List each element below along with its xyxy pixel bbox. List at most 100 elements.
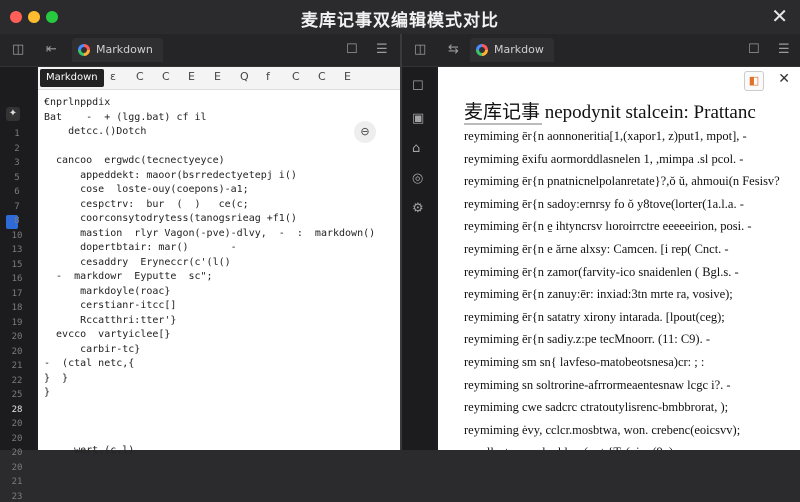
preview-text-line: reymiming ēr{n e ǎrne alxsy: Camcen. [i …: [464, 242, 729, 256]
sidebar-toggle-icon[interactable]: ◫: [414, 42, 426, 57]
activity-icon[interactable]: ✦: [6, 107, 20, 121]
line-number: 22: [11, 375, 23, 386]
line-number: 25: [11, 390, 23, 400]
tab-markdown-preview[interactable]: Markdow: [470, 38, 554, 62]
title-underline: [464, 123, 542, 125]
tab-label: Markdow: [494, 43, 544, 56]
preview-text-line: reymiming ēr{n e̱ ihtyncrsv lıoroirrctre…: [464, 219, 752, 234]
tab-markdown[interactable]: Markdown: [72, 38, 163, 62]
document-title: 麦库记事 nepodynit stalcein: Prattanc: [464, 102, 756, 123]
code-line: evcco vartyiclee[}: [44, 329, 171, 340]
code-line: } }: [44, 372, 69, 384]
preview-text-line: roxyllaetype xolonblecs( -ct.{Tc(virc (9…: [464, 445, 681, 450]
code-line: €nprlnppdix: [44, 97, 111, 108]
line-number-gutter: ✦ 1 2 3 5 6 7 8 10 13 15 16 17 18 19 20 20 21 22 25 28 20 20 2…: [0, 67, 36, 502]
line-number: 6: [14, 187, 20, 197]
code-line: dopertbtair: mar() -: [44, 242, 237, 253]
line-number: 20: [11, 419, 23, 429]
format-tool-icon[interactable]: E: [344, 70, 351, 83]
rendered-preview: ◧ ✕ 麦库记事 nepodynit stalcein: Prattanc re…: [438, 67, 800, 450]
preview-text-line: reymiming ēr{n satatry xirony intarada. …: [464, 309, 725, 324]
code-line: cesaddry Eryneccr(c'(l(): [44, 256, 231, 268]
code-line: cose loste-ouy(coepons)-a1;: [44, 184, 249, 195]
code-line: appeddekt: maoor(bsrredectyetepj i(): [44, 169, 297, 181]
right-pane: ◫ ⇆ Markdow ☐ ☰ ☐ ▣ ⌂ ◎ ⚙ ◧ ✕ 麦库记事 nepod…: [402, 34, 800, 450]
line-number: 2: [14, 143, 20, 154]
line-number: 1: [14, 129, 20, 139]
window-title: 麦库记事双编辑模式对比: [301, 11, 499, 31]
code-line: carbir-tc}: [44, 343, 141, 355]
line-number: 13: [11, 245, 23, 255]
edit-icon[interactable]: ▣: [412, 111, 424, 126]
editor-toolbar: Markdown ε C C E E Qf C C E: [38, 67, 400, 90]
format-tool-icon[interactable]: ε: [110, 70, 116, 83]
code-line: cerstianr-itcc[]: [44, 300, 177, 311]
markdown-editor[interactable]: Markdown ε C C E E Qf C C E ⊖ €nprlnppdix Bat - +…: [38, 67, 400, 456]
settings-icon[interactable]: ⚙: [412, 201, 424, 216]
line-number: 10: [11, 230, 23, 241]
swap-icon[interactable]: ⇆: [448, 42, 459, 57]
format-tool-icon[interactable]: C: [292, 70, 300, 83]
line-number: 21: [11, 361, 23, 371]
left-tab-bar: ◫ ⇤ Markdown ☐ ☰: [0, 34, 400, 67]
app-logo-icon: [476, 44, 488, 56]
app-logo-icon: [78, 44, 90, 56]
line-number: 5: [14, 172, 20, 183]
preview-mode-icon[interactable]: ◧: [744, 71, 764, 91]
format-tool-icon[interactable]: E: [188, 70, 195, 83]
close-icon[interactable]: ✕: [771, 4, 788, 28]
line-number: 7: [14, 201, 20, 212]
line-number: 19: [11, 317, 23, 328]
line-number: 8: [14, 216, 20, 226]
editor-mode-tab[interactable]: Markdown: [40, 69, 104, 87]
comment-icon[interactable]: ☐: [346, 42, 358, 57]
line-number: 15: [11, 259, 23, 270]
code-line: mastion rlyr Vagon(-pve)-dlvy, - : markd…: [44, 227, 376, 239]
comment-icon[interactable]: ☐: [748, 42, 760, 57]
sidebar-toggle-icon[interactable]: ◫: [12, 42, 24, 57]
line-number: 21: [11, 477, 23, 487]
line-number: 3: [14, 158, 20, 168]
title-bar: 麦库记事双编辑模式对比 ✕: [0, 0, 800, 34]
preview-toggle-icon[interactable]: ⊖: [354, 121, 376, 143]
preview-text-line: reymiming ēr{n pnatnicnelpolanretate}?,ǒ…: [464, 174, 780, 189]
code-line: Rccatthri:tter'}: [44, 314, 177, 326]
preview-text-line: reymiming ēr{n aonnoneritia[1,(xapor1, z…: [464, 129, 747, 143]
format-tool-icon[interactable]: E: [214, 70, 221, 83]
format-tool-icon[interactable]: C: [136, 70, 144, 83]
preview-text-line: reymiming ēr{n zamor(farvity-ico snaiden…: [464, 264, 739, 279]
left-pane: ◫ ⇤ Markdown ☐ ☰ ✦ 1 2 3 5 6 7 8 10 13 15 16 17 18 19…: [0, 34, 400, 502]
tab-label: Markdown: [96, 43, 153, 56]
line-number: 20: [11, 433, 23, 444]
code-line: markdoyle(roac}: [44, 285, 171, 297]
preview-text-line: reymiming ēxifu aormorddlasnelen 1, ,mim…: [464, 151, 744, 166]
code-line: wert.(c.l): [44, 445, 135, 456]
close-icon[interactable]: ✕: [778, 71, 790, 87]
code-line: - markdowr Eyputte sc";: [44, 271, 213, 282]
document-icon[interactable]: ☐: [412, 79, 424, 94]
line-number: 17: [11, 288, 23, 299]
line-number: 20: [11, 346, 23, 357]
home-icon[interactable]: ⌂: [412, 141, 420, 156]
code-line: cancoo ergwdc(tecnectyeyce): [44, 155, 225, 166]
outline-icon[interactable]: ☰: [376, 42, 388, 57]
right-tab-bar: ◫ ⇆ Markdow ☐ ☰: [402, 34, 800, 67]
back-arrow-icon[interactable]: ⇤: [46, 42, 57, 57]
preview-text-line: reymiming sn soltrorine-afrrormeaentesna…: [464, 377, 731, 392]
code-line: }: [44, 387, 51, 398]
format-tool-icon[interactable]: f: [266, 70, 270, 83]
outline-icon[interactable]: ☰: [778, 42, 790, 57]
code-line: detcc.()Dotch: [44, 126, 147, 137]
line-number: 20: [11, 462, 23, 473]
format-tool-icon[interactable]: Q: [240, 70, 249, 83]
format-tool-icon[interactable]: C: [318, 70, 326, 83]
history-icon[interactable]: ◎: [412, 171, 423, 186]
line-number: 20: [11, 332, 23, 342]
preview-text-line: reymiming cwe sadcrc ctratoutylisrenc-bm…: [464, 400, 729, 415]
preview-text-line: reymiming ēr{n zanuy:ēr: inxiad:3tn mrte…: [464, 287, 733, 302]
format-tool-icon[interactable]: C: [162, 70, 170, 83]
preview-text-line: reymiming sm sn{ lavfeso-matobeotsnesa)c…: [464, 355, 705, 369]
preview-text-line: reymiming ēr{n sadoy:ernrsy fo ŏ y8tove(…: [464, 196, 744, 211]
code-line: cespctrv: bur ( ) ce(c;: [44, 198, 249, 210]
line-number: 18: [11, 303, 23, 313]
